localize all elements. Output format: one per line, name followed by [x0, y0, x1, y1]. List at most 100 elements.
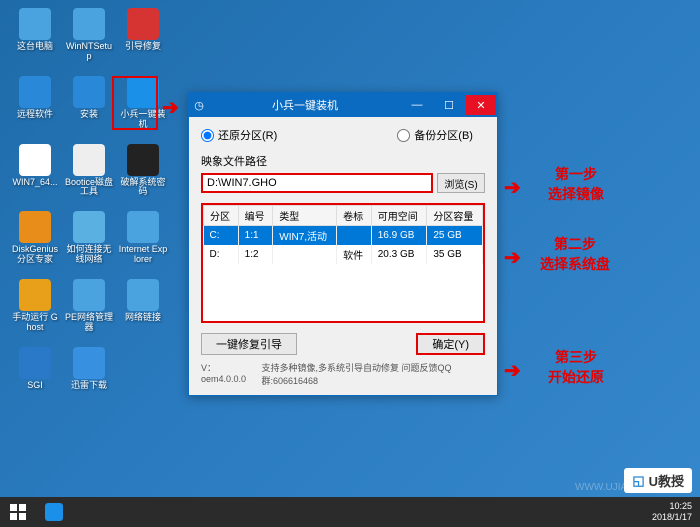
- table-row[interactable]: C:1:1WIN7,活动16.9 GB25 GB: [204, 226, 483, 246]
- button-row: 一键修复引导 确定(Y): [201, 333, 485, 355]
- version-tip: 支持多种镜像,多系统引导自动修复 问题反馈QQ群:606616468: [261, 361, 485, 387]
- partition-table: 分区编号类型卷标可用空间分区容量 C:1:1WIN7,活动16.9 GB25 G…: [203, 205, 483, 264]
- app-icon: [19, 211, 51, 243]
- app-icon: [19, 8, 51, 40]
- path-row: 浏览(S): [201, 173, 485, 193]
- arrow-to-window: ➔: [162, 95, 179, 120]
- cell: 16.9 GB: [371, 226, 427, 246]
- browse-button[interactable]: 浏览(S): [437, 173, 485, 193]
- titlebar[interactable]: ◷ 小兵一键装机 — ☐ ✕: [189, 93, 497, 117]
- col-header[interactable]: 卷标: [337, 206, 372, 226]
- app-icon: [45, 503, 63, 521]
- path-label: 映象文件路径: [201, 153, 485, 169]
- icon-label: 如何连接无线网络: [64, 245, 114, 265]
- app-icon: [19, 144, 51, 176]
- icon-label: 这台电脑: [17, 42, 53, 52]
- table-row[interactable]: D:1:2软件20.3 GB35 GB: [204, 245, 483, 264]
- cell: WIN7,活动: [273, 226, 337, 246]
- col-header[interactable]: 类型: [273, 206, 337, 226]
- app-icon: [127, 76, 159, 108]
- desktop-icon-install[interactable]: 安装: [64, 76, 114, 130]
- desktop-icon-sgi[interactable]: SGI: [10, 347, 60, 391]
- app-icon: [19, 347, 51, 379]
- desktop-icon-perouter[interactable]: PE网络管理器: [64, 279, 114, 333]
- ok-button[interactable]: 确定(Y): [416, 333, 485, 355]
- col-header[interactable]: 编号: [238, 206, 273, 226]
- icon-label: WinNTSetup: [64, 42, 114, 62]
- minimize-button[interactable]: —: [402, 95, 432, 115]
- cell: C:: [204, 226, 239, 246]
- desktop-icon-wifi[interactable]: 如何连接无线网络: [64, 211, 114, 265]
- tray-time: 10:25: [652, 501, 692, 512]
- app-icon: [73, 279, 105, 311]
- brand-logo: ◱ U教授: [624, 468, 692, 493]
- maximize-button[interactable]: ☐: [434, 95, 464, 115]
- system-tray[interactable]: 10:25 2018/1/17: [652, 501, 700, 523]
- app-icon: [19, 279, 51, 311]
- desktop-icon-winntsetup[interactable]: WinNTSetup: [64, 8, 114, 62]
- restore-radio[interactable]: 还原分区(R): [201, 127, 277, 143]
- logo-icon: ◱: [632, 473, 644, 489]
- start-button[interactable]: [0, 497, 36, 527]
- annotation-step2: 第二步 选择系统盘: [540, 235, 610, 274]
- icon-label: 网络链接: [125, 313, 161, 323]
- desktop-icon-remote[interactable]: 远程软件: [10, 76, 60, 130]
- backup-radio[interactable]: 备份分区(B): [397, 127, 473, 143]
- version-row: V：oem4.0.0.0 支持多种镜像,多系统引导自动修复 问题反馈QQ群:60…: [201, 361, 485, 387]
- partition-table-wrap: 分区编号类型卷标可用空间分区容量 C:1:1WIN7,活动16.9 GB25 G…: [201, 203, 485, 323]
- desktop: 这台电脑 WinNTSetup 引导修复远程软件 安装 小兵一键装机 WIN7_64...…: [0, 0, 700, 527]
- desktop-icon-ghost[interactable]: 手动运行 Ghost: [10, 279, 60, 333]
- app-icon: [73, 347, 105, 379]
- app-icon: [73, 211, 105, 243]
- desktop-icon-ntpwedit[interactable]: 破解系统密码: [118, 144, 168, 198]
- col-header[interactable]: 可用空间: [371, 206, 427, 226]
- desktop-icon-bootice[interactable]: Bootice磁盘工具: [64, 144, 114, 198]
- taskbar: 10:25 2018/1/17: [0, 497, 700, 527]
- app-icon: [73, 8, 105, 40]
- table-header-row: 分区编号类型卷标可用空间分区容量: [204, 206, 483, 226]
- desktop-icon-win764[interactable]: WIN7_64...: [10, 144, 60, 198]
- table-body: C:1:1WIN7,活动16.9 GB25 GBD:1:2软件20.3 GB35…: [204, 226, 483, 265]
- app-icon: [127, 211, 159, 243]
- app-icon: [73, 76, 105, 108]
- icon-label: 远程软件: [17, 110, 53, 120]
- close-button[interactable]: ✕: [466, 95, 496, 115]
- windows-icon: [10, 504, 26, 520]
- window-icon: ◷: [189, 99, 209, 112]
- desktop-icon-xunlei[interactable]: 迅雷下载: [64, 347, 114, 391]
- cell: 软件: [337, 245, 372, 264]
- desktop-icon-bootrepair[interactable]: 引导修复: [118, 8, 168, 62]
- icon-label: SGI: [27, 381, 43, 391]
- cell: D:: [204, 245, 239, 264]
- icon-label: 引导修复: [125, 42, 161, 52]
- desktop-icon-xiaobingk[interactable]: 小兵一键装机: [118, 76, 168, 130]
- annotation-step3: 第三步 开始还原: [548, 348, 604, 387]
- install-window: ◷ 小兵一键装机 — ☐ ✕ 还原分区(R) 备份分区(B) 映象文件路径 浏览…: [188, 92, 498, 396]
- cell: 1:2: [238, 245, 273, 264]
- cell: 25 GB: [427, 226, 483, 246]
- desktop-icon-netlink[interactable]: 网络链接: [118, 279, 168, 333]
- annotation-step1: 第一步 选择镜像: [548, 165, 604, 204]
- cell: 20.3 GB: [371, 245, 427, 264]
- icon-label: 迅雷下载: [71, 381, 107, 391]
- icon-label: PE网络管理器: [64, 313, 114, 333]
- desktop-icon-diskgenius[interactable]: DiskGenius 分区专家: [10, 211, 60, 265]
- desktop-icon-ie[interactable]: Internet Explorer: [118, 211, 168, 265]
- window-title: 小兵一键装机: [209, 97, 401, 113]
- repair-boot-button[interactable]: 一键修复引导: [201, 333, 297, 355]
- col-header[interactable]: 分区容量: [427, 206, 483, 226]
- desktop-icon-mypc[interactable]: 这台电脑: [10, 8, 60, 62]
- icon-label: 破解系统密码: [118, 178, 168, 198]
- arrow-step2: ➔: [504, 245, 521, 270]
- image-path-input[interactable]: [201, 173, 433, 193]
- taskbar-app[interactable]: [36, 497, 72, 527]
- arrow-step1: ➔: [504, 175, 521, 200]
- icon-label: 安装: [80, 110, 98, 120]
- icon-label: Internet Explorer: [118, 245, 168, 265]
- icon-label: DiskGenius 分区专家: [10, 245, 60, 265]
- icon-label: 小兵一键装机: [118, 110, 168, 130]
- app-icon: [127, 144, 159, 176]
- icon-label: Bootice磁盘工具: [64, 178, 114, 198]
- col-header[interactable]: 分区: [204, 206, 239, 226]
- arrow-step3: ➔: [504, 358, 521, 383]
